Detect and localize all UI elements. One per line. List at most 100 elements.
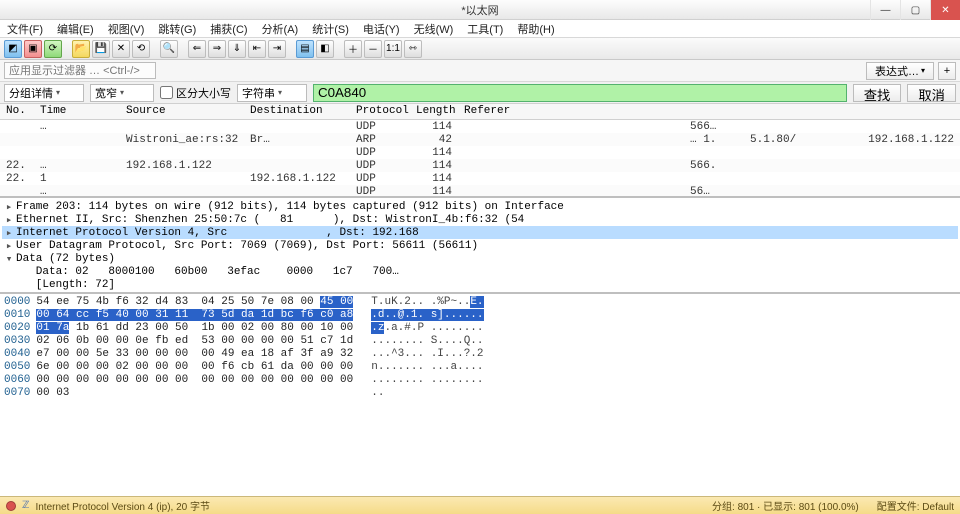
zoom-in-icon[interactable]: ＋ — [344, 40, 362, 58]
hex-row[interactable]: 002001 7a 1b 61 dd 23 00 50 1b 00 02 00 … — [4, 322, 353, 335]
open-file-icon[interactable]: 📂 — [72, 40, 90, 58]
maximize-button[interactable]: ▢ — [900, 0, 930, 20]
case-sensitive-input[interactable] — [160, 86, 173, 99]
tree-data-length[interactable]: [Length: 72] — [2, 278, 958, 291]
col-no[interactable]: No. — [0, 104, 34, 119]
col-source[interactable]: Source — [120, 104, 244, 119]
search-width-combo[interactable]: 宽窄 ▾ — [90, 84, 154, 102]
expander-icon[interactable]: ▸ — [4, 213, 14, 227]
expander-icon[interactable]: ▸ — [4, 239, 14, 253]
col-length[interactable]: Length — [410, 104, 458, 119]
menu-file[interactable]: 文件(F) — [4, 20, 46, 38]
hex-row[interactable]: 003002 06 0b 00 00 0e fb ed 53 00 00 00 … — [4, 335, 353, 348]
cancel-button[interactable]: 取消 — [907, 84, 956, 102]
search-scope-combo[interactable]: 分组详情 ▾ — [4, 84, 84, 102]
packet-row[interactable]: UDP114 — [0, 146, 960, 159]
packet-row[interactable]: 22. …192.168.1.122UDP114566. — [0, 159, 960, 172]
menu-go[interactable]: 跳转(G) — [155, 20, 199, 38]
hex-row[interactable]: 006000 00 00 00 00 00 00 00 00 00 00 00 … — [4, 374, 353, 387]
go-first-icon[interactable]: ⇤ — [248, 40, 266, 58]
zoom-out-icon[interactable]: － — [364, 40, 382, 58]
menu-help[interactable]: 帮助(H) — [514, 20, 557, 38]
hex-bytes[interactable]: 000054 ee 75 4b f6 32 d4 83 04 25 50 7e … — [4, 296, 353, 494]
hex-ascii-row[interactable]: .. — [371, 387, 483, 400]
status-packets: 分组: 801 · 已显示: 801 (100.0%) — [712, 498, 859, 513]
menu-tools[interactable]: 工具(T) — [464, 20, 506, 38]
capture-led-icon[interactable] — [6, 501, 16, 511]
packet-list-pane[interactable]: No. Time Source Destination Protocol Len… — [0, 104, 960, 198]
search-input[interactable] — [313, 84, 847, 102]
packet-row[interactable]: 22. 1192.168.1.122UDP114 — [0, 172, 960, 185]
menu-telephony[interactable]: 电话(Y) — [360, 20, 403, 38]
go-back-icon[interactable]: ⇐ — [188, 40, 206, 58]
reload-icon[interactable]: ⟲ — [132, 40, 150, 58]
menu-analyze[interactable]: 分析(A) — [259, 20, 302, 38]
resize-columns-icon[interactable]: ⇿ — [404, 40, 422, 58]
chevron-down-icon: ▾ — [921, 66, 925, 75]
case-sensitive-checkbox[interactable]: 区分大小写 — [160, 85, 231, 101]
find-icon[interactable]: 🔍 — [160, 40, 178, 58]
col-destination[interactable]: Destination — [244, 104, 350, 119]
hex-pane[interactable]: 000054 ee 75 4b f6 32 d4 83 04 25 50 7e … — [0, 294, 960, 496]
menu-wireless[interactable]: 无线(W) — [411, 20, 457, 38]
search-bar: 分组详情 ▾ 宽窄 ▾ 区分大小写 字符串 ▾ 查找 取消 — [0, 82, 960, 104]
packet-details-pane[interactable]: ▸Frame 203: 114 bytes on wire (912 bits)… — [0, 198, 960, 294]
restart-capture-icon[interactable]: ⟳ — [44, 40, 62, 58]
hex-ascii-row[interactable]: .z.a.#.P ........ — [371, 322, 483, 335]
menu-edit[interactable]: 编辑(E) — [54, 20, 97, 38]
chevron-down-icon: ▾ — [120, 88, 124, 97]
minimize-button[interactable]: — — [870, 0, 900, 20]
start-capture-icon[interactable]: ◩ — [4, 40, 22, 58]
menu-capture[interactable]: 捕获(C) — [207, 20, 250, 38]
expander-icon[interactable]: ▸ — [4, 226, 14, 240]
hex-row[interactable]: 007000 03 — [4, 387, 353, 400]
close-file-icon[interactable]: ✕ — [112, 40, 130, 58]
hex-ascii-row[interactable]: .d..@.1. s]...... — [371, 309, 483, 322]
close-button[interactable]: ✕ — [930, 0, 960, 20]
col-time[interactable]: Time — [34, 104, 120, 119]
search-width-label: 宽窄 — [95, 85, 117, 101]
hex-row[interactable]: 001000 64 cc f5 40 00 31 11 73 5d da 1d … — [4, 309, 353, 322]
go-last-icon[interactable]: ⇥ — [268, 40, 286, 58]
window-title: *以太网 — [461, 2, 498, 18]
hex-ascii[interactable]: T.uK.2.. .%P~..E..d..@.1. s].......z.a.#… — [371, 296, 483, 494]
tree-ethernet[interactable]: ▸Ethernet II, Src: Shenzhen 25:50:7c ( 8… — [2, 213, 958, 226]
add-filter-button[interactable]: + — [938, 62, 956, 80]
packet-row[interactable]: Wistroni_ae:rs:32Br…ARP42… 1.5.1.80/192.… — [0, 133, 960, 146]
zoom-reset-icon[interactable]: 1:1 — [384, 40, 402, 58]
save-file-icon[interactable]: 💾 — [92, 40, 110, 58]
packet-list-body[interactable]: …UDP114566…Wistroni_ae:rs:32Br…ARP42… 1.… — [0, 120, 960, 198]
expander-icon[interactable]: ▸ — [4, 200, 14, 214]
tree-udp[interactable]: ▸User Datagram Protocol, Src Port: 7069 … — [2, 239, 958, 252]
tree-data[interactable]: ▾Data (72 bytes) — [2, 252, 958, 265]
expression-button[interactable]: 表达式… ▾ — [866, 62, 934, 80]
go-to-packet-icon[interactable]: ⇓ — [228, 40, 246, 58]
packet-row[interactable]: …UDP114566… — [0, 120, 960, 133]
tree-frame[interactable]: ▸Frame 203: 114 bytes on wire (912 bits)… — [2, 200, 958, 213]
autoscroll-icon[interactable]: ▤ — [296, 40, 314, 58]
stop-capture-icon[interactable]: ▣ — [24, 40, 42, 58]
find-button[interactable]: 查找 — [853, 84, 902, 102]
search-scope-label: 分组详情 — [9, 85, 53, 101]
expander-icon[interactable]: ▾ — [4, 252, 14, 266]
menu-view[interactable]: 视图(V) — [105, 20, 148, 38]
col-protocol[interactable]: Protocol — [350, 104, 410, 119]
packet-row[interactable]: …UDP11456… — [0, 185, 960, 198]
col-info[interactable]: Referer — [458, 104, 960, 119]
hex-ascii-row[interactable]: ........ S....Q.. — [371, 335, 483, 348]
hex-ascii-row[interactable]: n....... ...a.... — [371, 361, 483, 374]
tree-ip[interactable]: ▸Internet Protocol Version 4, Src , Dst:… — [2, 226, 958, 239]
hex-ascii-row[interactable]: ........ ........ — [371, 374, 483, 387]
menu-statistics[interactable]: 统计(S) — [309, 20, 352, 38]
go-forward-icon[interactable]: ⇒ — [208, 40, 226, 58]
hex-row[interactable]: 0040e7 00 00 5e 33 00 00 00 00 49 ea 18 … — [4, 348, 353, 361]
hex-row[interactable]: 00506e 00 00 00 02 00 00 00 00 f6 cb 61 … — [4, 361, 353, 374]
hex-row[interactable]: 000054 ee 75 4b f6 32 d4 83 04 25 50 7e … — [4, 296, 353, 309]
search-type-combo[interactable]: 字符串 ▾ — [237, 84, 307, 102]
tree-data-bytes[interactable]: Data: 02 8000100 60b00 3efac 0000 1c7 70… — [2, 265, 958, 278]
hex-ascii-row[interactable]: T.uK.2.. .%P~..E. — [371, 296, 483, 309]
chevron-down-icon: ▾ — [278, 88, 282, 97]
display-filter-input[interactable] — [4, 62, 156, 79]
hex-ascii-row[interactable]: ...^3... .I...?.2 — [371, 348, 483, 361]
colorize-icon[interactable]: ◧ — [316, 40, 334, 58]
